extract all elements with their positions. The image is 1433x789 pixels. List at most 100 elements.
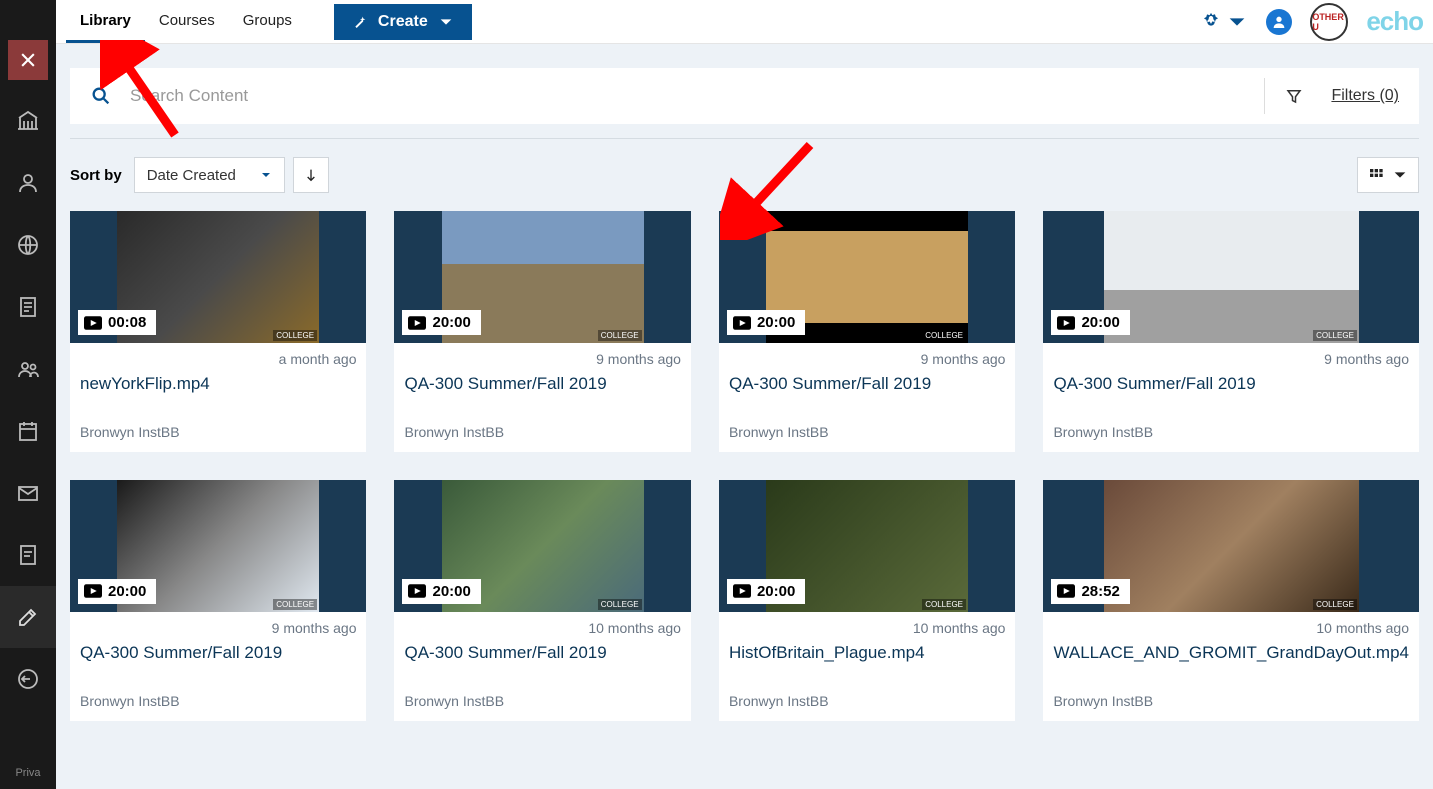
video-card[interactable]: COLLEGE 28:52 10 months ago WALLACE_AND_… xyxy=(1043,480,1419,721)
echo-logo[interactable]: echo xyxy=(1366,6,1423,37)
card-title[interactable]: QA-300 Summer/Fall 2019 xyxy=(404,642,680,665)
card-author: Bronwyn InstBB xyxy=(80,424,356,440)
video-card[interactable]: COLLEGE 20:00 9 months ago QA-300 Summer… xyxy=(719,211,1015,452)
play-icon xyxy=(1057,584,1075,598)
people-icon xyxy=(16,357,40,381)
sidebar-item-calendar[interactable] xyxy=(0,400,56,462)
video-card[interactable]: COLLEGE 20:00 10 months ago HistOfBritai… xyxy=(719,480,1015,721)
create-button[interactable]: Create xyxy=(334,4,472,40)
tab-courses[interactable]: Courses xyxy=(145,1,229,43)
video-thumbnail[interactable]: COLLEGE 20:00 xyxy=(1043,211,1419,343)
duration-text: 28:52 xyxy=(1081,583,1119,600)
watermark: COLLEGE xyxy=(922,330,966,341)
card-title[interactable]: QA-300 Summer/Fall 2019 xyxy=(404,373,680,396)
card-title[interactable]: WALLACE_AND_GROMIT_GrandDayOut.mp4 xyxy=(1053,642,1409,665)
card-date: 9 months ago xyxy=(404,351,680,367)
card-body: 10 months ago HistOfBritain_Plague.mp4 B… xyxy=(719,612,1015,721)
close-icon xyxy=(18,50,38,70)
duration-badge: 28:52 xyxy=(1051,579,1129,604)
mail-icon xyxy=(16,481,40,505)
institution-icon xyxy=(16,109,40,133)
wand-icon xyxy=(352,14,368,30)
video-thumbnail[interactable]: COLLEGE 20:00 xyxy=(394,480,690,612)
sidebar-item-signout[interactable] xyxy=(0,648,56,710)
duration-text: 20:00 xyxy=(108,583,146,600)
search-box: Filters (0) xyxy=(70,68,1419,124)
search-input[interactable] xyxy=(130,86,1244,106)
edit-icon xyxy=(16,605,40,629)
card-title[interactable]: newYorkFlip.mp4 xyxy=(80,373,356,396)
video-thumbnail[interactable]: COLLEGE 00:08 xyxy=(70,211,366,343)
gear-icon xyxy=(1200,11,1222,33)
card-title[interactable]: HistOfBritain_Plague.mp4 xyxy=(729,642,1005,665)
video-thumbnail[interactable]: COLLEGE 20:00 xyxy=(70,480,366,612)
settings-menu[interactable] xyxy=(1200,11,1248,33)
video-thumbnail[interactable]: COLLEGE 20:00 xyxy=(719,480,1015,612)
watermark: COLLEGE xyxy=(273,330,317,341)
sidebar-item-globe[interactable] xyxy=(0,214,56,276)
sidebar-item-institution[interactable] xyxy=(0,90,56,152)
card-author: Bronwyn InstBB xyxy=(1053,693,1409,709)
sort-by-label: Sort by xyxy=(70,167,122,184)
card-date: 9 months ago xyxy=(80,620,356,636)
document-icon xyxy=(16,295,40,319)
person-icon xyxy=(16,171,40,195)
card-body: 9 months ago QA-300 Summer/Fall 2019 Bro… xyxy=(1043,343,1419,452)
card-title[interactable]: QA-300 Summer/Fall 2019 xyxy=(729,373,1005,396)
toolbar: Sort by Date Created xyxy=(56,157,1433,211)
video-card[interactable]: COLLEGE 20:00 9 months ago QA-300 Summer… xyxy=(70,480,366,721)
account-button[interactable] xyxy=(1266,9,1292,35)
close-button[interactable] xyxy=(8,40,48,80)
caret-down-icon xyxy=(1392,167,1408,183)
video-card[interactable]: COLLEGE 20:00 9 months ago QA-300 Summer… xyxy=(394,211,690,452)
sidebar-footer-text: Priva xyxy=(15,757,40,789)
note-icon xyxy=(16,543,40,567)
sidebar-item-notes[interactable] xyxy=(0,524,56,586)
sort-select[interactable]: Date Created xyxy=(134,157,285,193)
sort-value: Date Created xyxy=(147,167,236,184)
horizontal-rule xyxy=(70,138,1419,139)
duration-badge: 20:00 xyxy=(727,579,805,604)
card-body: 9 months ago QA-300 Summer/Fall 2019 Bro… xyxy=(394,343,690,452)
org-logo[interactable]: OTHER U xyxy=(1310,3,1348,41)
watermark: COLLEGE xyxy=(273,599,317,610)
card-body: 9 months ago QA-300 Summer/Fall 2019 Bro… xyxy=(70,612,366,721)
card-date: 10 months ago xyxy=(404,620,680,636)
card-title[interactable]: QA-300 Summer/Fall 2019 xyxy=(80,642,356,665)
video-thumbnail[interactable]: COLLEGE 20:00 xyxy=(719,211,1015,343)
sidebar-item-document[interactable] xyxy=(0,276,56,338)
duration-badge: 20:00 xyxy=(78,579,156,604)
tab-library[interactable]: Library xyxy=(66,1,145,43)
sidebar-item-groups[interactable] xyxy=(0,338,56,400)
card-body: 10 months ago QA-300 Summer/Fall 2019 Br… xyxy=(394,612,690,721)
create-label: Create xyxy=(378,13,428,31)
sidebar-item-edit[interactable] xyxy=(0,586,56,648)
watermark: COLLEGE xyxy=(1313,599,1357,610)
video-thumbnail[interactable]: COLLEGE 28:52 xyxy=(1043,480,1419,612)
filters-button[interactable]: Filters (0) xyxy=(1285,87,1399,105)
caret-down-icon xyxy=(1226,11,1248,33)
person-icon xyxy=(1271,14,1287,30)
caret-down-icon xyxy=(438,14,454,30)
duration-badge: 20:00 xyxy=(727,310,805,335)
sidebar-item-messages[interactable] xyxy=(0,462,56,524)
card-author: Bronwyn InstBB xyxy=(404,693,680,709)
video-card[interactable]: COLLEGE 00:08 a month ago newYorkFlip.mp… xyxy=(70,211,366,452)
tab-groups[interactable]: Groups xyxy=(229,1,306,43)
sort-direction-button[interactable] xyxy=(293,157,329,193)
duration-badge: 20:00 xyxy=(402,310,480,335)
card-author: Bronwyn InstBB xyxy=(729,424,1005,440)
video-thumbnail[interactable]: COLLEGE 20:00 xyxy=(394,211,690,343)
duration-text: 20:00 xyxy=(757,314,795,331)
view-toggle[interactable] xyxy=(1357,157,1419,193)
card-author: Bronwyn InstBB xyxy=(729,693,1005,709)
card-author: Bronwyn InstBB xyxy=(404,424,680,440)
card-title[interactable]: QA-300 Summer/Fall 2019 xyxy=(1053,373,1409,396)
card-date: 10 months ago xyxy=(1053,620,1409,636)
globe-icon xyxy=(16,233,40,257)
play-icon xyxy=(1057,316,1075,330)
video-card[interactable]: COLLEGE 20:00 10 months ago QA-300 Summe… xyxy=(394,480,690,721)
video-card[interactable]: COLLEGE 20:00 9 months ago QA-300 Summer… xyxy=(1043,211,1419,452)
top-bar: Library Courses Groups Create OTHER U ec… xyxy=(56,0,1433,44)
sidebar-item-profile[interactable] xyxy=(0,152,56,214)
